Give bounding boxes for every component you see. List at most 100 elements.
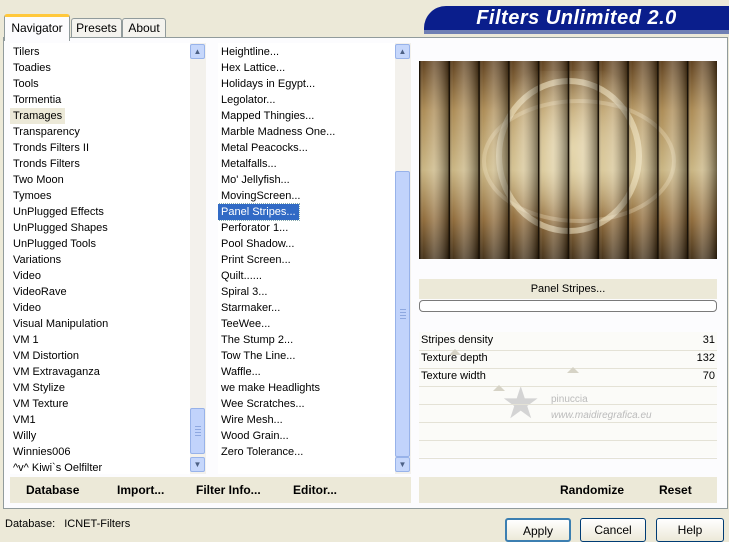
empty-param-row: [419, 404, 717, 423]
editor-button[interactable]: Editor...: [293, 477, 337, 503]
categories-list-item[interactable]: Winnies006: [10, 444, 73, 460]
param-row[interactable]: Stripes density 31: [419, 332, 717, 355]
filter-scrollbar[interactable]: ▲ ▼: [395, 43, 411, 474]
filters-list-item[interactable]: we make Headlights: [218, 380, 323, 396]
categories-list-item[interactable]: VM Distortion: [10, 348, 82, 364]
empty-param-row: [419, 422, 717, 441]
panel-stripe: [448, 61, 479, 259]
scroll-down-icon[interactable]: ▼: [190, 457, 205, 472]
param-value[interactable]: 31: [703, 334, 715, 346]
categories-list-item[interactable]: Tymoes: [10, 188, 55, 204]
filters-list-item[interactable]: MovingScreen...: [218, 188, 303, 204]
filters-list-item[interactable]: Legolator...: [218, 92, 278, 108]
categories-list-item[interactable]: Video: [10, 268, 44, 284]
filters-list-item[interactable]: Mapped Thingies...: [218, 108, 317, 124]
tab-presets[interactable]: Presets: [71, 18, 122, 38]
empty-param-row: [419, 386, 717, 405]
scroll-thumb[interactable]: [395, 171, 410, 457]
cancel-button[interactable]: Cancel: [580, 518, 646, 542]
categories-list-item[interactable]: Tools: [10, 76, 42, 92]
categories-list-item[interactable]: Willy: [10, 428, 39, 444]
categories-list-item[interactable]: Toadies: [10, 60, 54, 76]
tab-navigator[interactable]: Navigator: [4, 14, 70, 41]
help-button[interactable]: Help: [656, 518, 724, 542]
categories-list-item[interactable]: UnPlugged Shapes: [10, 220, 111, 236]
right-button-bar: Randomize Reset: [419, 477, 717, 503]
categories-list-item[interactable]: VM 1: [10, 332, 42, 348]
filter-info-button[interactable]: Filter Info...: [196, 477, 261, 503]
category-scrollbar[interactable]: ▲ ▼: [190, 43, 206, 474]
categories-list-item[interactable]: Visual Manipulation: [10, 316, 111, 332]
filters-list-item[interactable]: Perforator 1...: [218, 220, 291, 236]
randomize-button[interactable]: Randomize: [560, 477, 624, 503]
filters-list-item[interactable]: Starmaker...: [218, 300, 283, 316]
filters-list-item[interactable]: Metal Peacocks...: [218, 140, 311, 156]
categories-list-item[interactable]: VM Stylize: [10, 380, 68, 396]
panel-stripe: [687, 61, 717, 259]
param-label: Texture depth: [421, 352, 488, 364]
categories-list-item[interactable]: VideoRave: [10, 284, 70, 300]
filters-list-item[interactable]: Pool Shadow...: [218, 236, 297, 252]
filters-list-item[interactable]: Metalfalls...: [218, 156, 280, 172]
panel-stripe: [508, 61, 539, 259]
param-value[interactable]: 70: [703, 370, 715, 382]
filter-list[interactable]: Heightline... Hex Lattice... Holidays in E…: [218, 43, 396, 474]
categories-list-item[interactable]: Two Moon: [10, 172, 67, 188]
categories-list-item[interactable]: Video: [10, 300, 44, 316]
filters-list-item[interactable]: Hex Lattice...: [218, 60, 288, 76]
filters-list-item[interactable]: Zero Tolerance...: [218, 444, 306, 460]
apply-button[interactable]: Apply: [505, 518, 571, 542]
empty-param-row: [419, 440, 717, 459]
app-title: Filters Unlimited 2.0: [424, 6, 729, 34]
import-button[interactable]: Import...: [117, 477, 164, 503]
preview-image: [419, 61, 717, 259]
database-button[interactable]: Database: [26, 477, 79, 503]
reset-button[interactable]: Reset: [659, 477, 692, 503]
filters-list-item[interactable]: Quilt......: [218, 268, 265, 284]
scroll-down-icon[interactable]: ▼: [395, 457, 410, 472]
filters-list-item[interactable]: Panel Stripes...: [218, 203, 300, 221]
categories-list-item[interactable]: VM1: [10, 412, 39, 428]
categories-list-item[interactable]: Tormentia: [10, 92, 64, 108]
tab-bar: Navigator Presets About Filters Unlimite…: [0, 0, 729, 41]
categories-list-item[interactable]: Variations: [10, 252, 64, 268]
categories-list-item[interactable]: VM Extravaganza: [10, 364, 103, 380]
filters-list-item[interactable]: Wood Grain...: [218, 428, 292, 444]
panel-stripe: [419, 61, 449, 259]
filters-list-item[interactable]: Wire Mesh...: [218, 412, 286, 428]
categories-list-item[interactable]: Tramages: [10, 108, 66, 124]
scroll-up-icon[interactable]: ▲: [395, 44, 410, 59]
param-value[interactable]: 132: [697, 352, 715, 364]
filters-list-item[interactable]: Heightline...: [218, 44, 282, 60]
filters-list-item[interactable]: Waffle...: [218, 364, 264, 380]
panel-stripe: [478, 61, 509, 259]
filters-list-item[interactable]: Spiral 3...: [218, 284, 270, 300]
categories-list-item[interactable]: ^v^ Kiwi`s Oelfilter: [10, 460, 105, 474]
filters-list-item[interactable]: Print Screen...: [218, 252, 294, 268]
categories-list-item[interactable]: Tronds Filters II: [10, 140, 92, 156]
param-label: Stripes density: [421, 334, 494, 346]
categories-list-item[interactable]: VM Texture: [10, 396, 71, 412]
param-label: Texture width: [421, 370, 486, 382]
panel-stripe: [538, 61, 568, 259]
categories-list-item[interactable]: Tronds Filters: [10, 156, 83, 172]
param-row[interactable]: Texture depth 132: [419, 350, 717, 373]
categories-list-item[interactable]: UnPlugged Effects: [10, 204, 107, 220]
scroll-up-icon[interactable]: ▲: [190, 44, 205, 59]
tab-about[interactable]: About: [122, 18, 166, 38]
filters-list-item[interactable]: TeeWee...: [218, 316, 273, 332]
filters-list-item[interactable]: Tow The Line...: [218, 348, 298, 364]
category-list[interactable]: Tilers Toadies Tools Tormentia Tramages Trans…: [10, 43, 191, 474]
categories-list-item[interactable]: Tilers: [10, 44, 42, 60]
filters-list-item[interactable]: Holidays in Egypt...: [218, 76, 318, 92]
filters-list-item[interactable]: The Stump 2...: [218, 332, 296, 348]
scroll-thumb[interactable]: [190, 408, 205, 454]
categories-list-item[interactable]: UnPlugged Tools: [10, 236, 99, 252]
filters-list-item[interactable]: Wee Scratches...: [218, 396, 308, 412]
filters-list-item[interactable]: Mo' Jellyfish...: [218, 172, 293, 188]
categories-list-item[interactable]: Transparency: [10, 124, 83, 140]
param-row[interactable]: Texture width 70: [419, 368, 717, 391]
current-filter-name: Panel Stripes...: [419, 279, 717, 299]
preview-canvas: [419, 61, 717, 259]
filters-list-item[interactable]: Marble Madness One...: [218, 124, 338, 140]
